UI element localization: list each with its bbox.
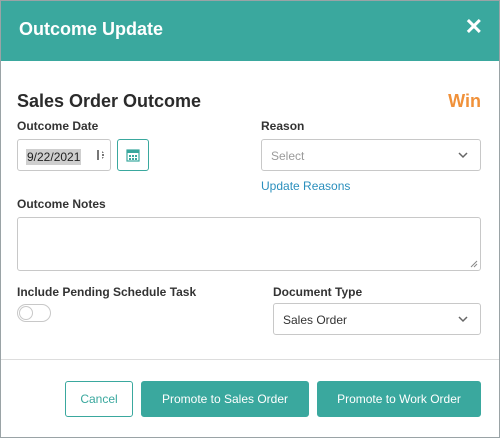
document-type-label: Document Type — [273, 285, 363, 299]
promote-work-order-button[interactable]: Promote to Work Order — [317, 381, 481, 417]
resize-handle-icon[interactable] — [470, 260, 478, 268]
reason-select[interactable]: Select — [261, 139, 481, 171]
chevron-down-icon — [458, 316, 468, 323]
outcome-notes-textarea[interactable] — [17, 217, 481, 271]
pending-task-label: Include Pending Schedule Task — [17, 285, 197, 299]
calendar-icon — [126, 149, 140, 162]
document-type-value: Sales Order — [283, 313, 348, 327]
dialog-header: Outcome Update ✕ — [1, 1, 499, 61]
close-icon[interactable]: ✕ — [465, 14, 483, 40]
outcome-date-label: Outcome Date — [17, 119, 99, 133]
reason-placeholder: Select — [271, 149, 305, 163]
outcome-status-badge: Win — [448, 91, 481, 111]
outcome-update-dialog: Outcome Update ✕ Sales Order Outcome Win… — [0, 0, 500, 438]
outcome-date-input[interactable]: 9/22/2021 — [17, 139, 111, 171]
toggle-knob — [19, 306, 33, 320]
document-type-select[interactable]: Sales Order — [273, 303, 481, 335]
footer-divider — [1, 359, 499, 360]
cancel-button[interactable]: Cancel — [65, 381, 133, 417]
outcome-date-value: 9/22/2021 — [26, 149, 82, 165]
promote-sales-order-button[interactable]: Promote to Sales Order — [141, 381, 309, 417]
reason-label: Reason — [261, 119, 305, 133]
dialog-title: Outcome Update — [19, 19, 164, 39]
update-reasons-link[interactable]: Update Reasons — [261, 179, 350, 193]
outcome-notes-label: Outcome Notes — [17, 197, 106, 211]
pending-task-toggle[interactable] — [17, 304, 51, 322]
date-spinner-icon[interactable] — [96, 149, 106, 164]
chevron-down-icon — [458, 152, 468, 159]
section-title: Sales Order Outcome — [17, 91, 202, 111]
calendar-button[interactable] — [117, 139, 149, 171]
